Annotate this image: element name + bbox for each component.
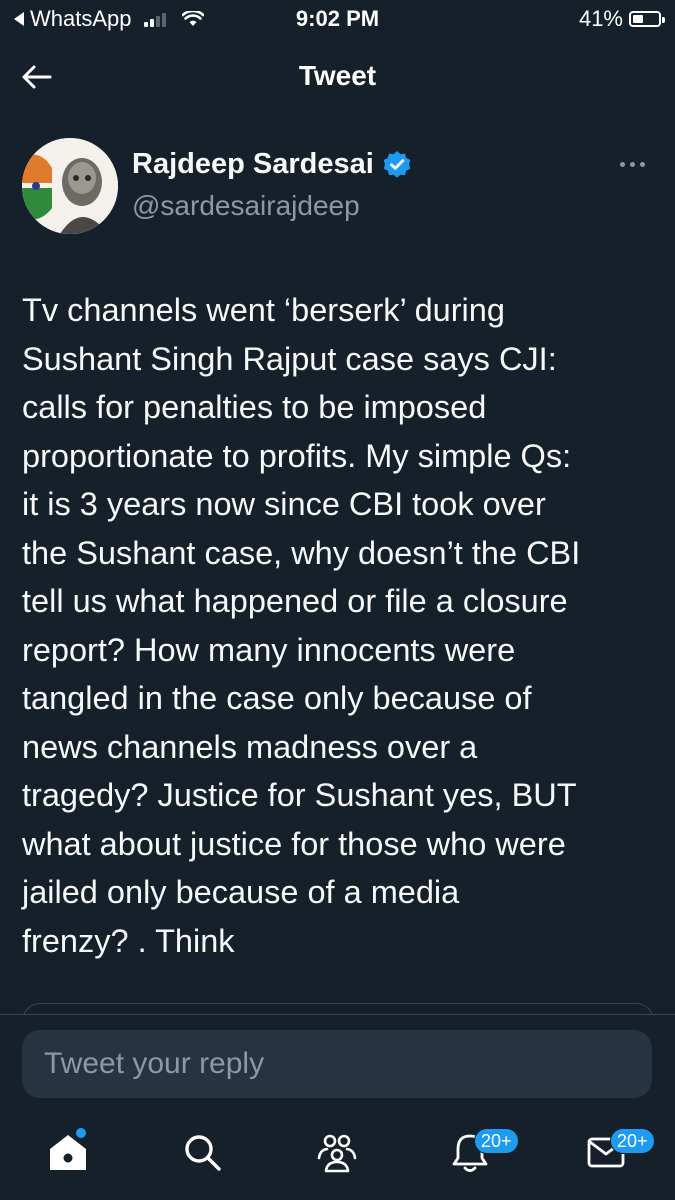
author-name-label: Rajdeep Sardesai [132,148,374,180]
search-icon[interactable] [180,1130,224,1174]
avatar[interactable] [22,138,118,234]
header: Tweet [0,48,675,108]
page-title: Tweet [298,60,377,91]
battery-status: 41% [578,6,665,32]
tweet-text: Tv channels went ‘berserk’ during Sushan… [22,292,581,959]
reply-input[interactable] [22,1030,652,1098]
avatar-image [22,138,118,234]
communities-icon[interactable] [315,1130,359,1174]
messages-badge: 20+ [610,1128,655,1154]
verified-badge-icon [383,150,411,178]
notifications-badge: 20+ [474,1128,519,1154]
author-name[interactable]: Rajdeep Sardesai [132,148,412,181]
more-options-icon[interactable] [620,156,654,172]
battery-percent: 41% [578,6,623,31]
status-time: 9:02 PM [295,6,380,31]
author-handle[interactable]: @sardesairajdeep [132,190,360,222]
status-bar: WhatsApp 9:02 PM 41% [0,0,675,40]
battery-icon [629,11,665,27]
home-notification-dot [76,1128,86,1138]
